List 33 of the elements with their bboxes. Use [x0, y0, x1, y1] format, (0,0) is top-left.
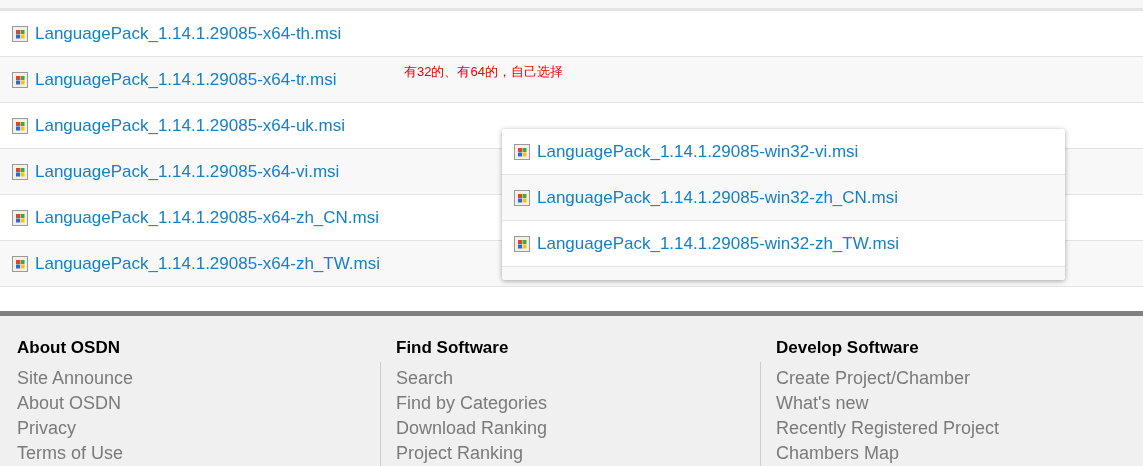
file-link[interactable]: LanguagePack_1.14.1.29085-x64-zh_TW.msi — [35, 253, 380, 274]
installer-icon — [514, 235, 530, 252]
footer-link[interactable]: About OSDN — [17, 391, 122, 416]
file-link[interactable]: LanguagePack_1.14.1.29085-win32-vi.msi — [537, 141, 859, 162]
footer-link[interactable]: Download Ranking — [396, 416, 548, 441]
file-link[interactable]: LanguagePack_1.14.1.29085-x64-zh_CN.msi — [35, 207, 379, 228]
footer-link[interactable]: Terms of Use — [17, 441, 124, 466]
installer-icon — [12, 163, 28, 180]
installer-icon — [514, 143, 530, 160]
footer-link[interactable]: Privacy — [17, 416, 76, 441]
footer-link[interactable]: Create Project/Chamber — [776, 366, 971, 391]
installer-icon — [12, 117, 28, 134]
footer-link[interactable]: Project Ranking — [396, 441, 524, 466]
footer-heading: Develop Software — [776, 338, 919, 358]
file-link[interactable]: LanguagePack_1.14.1.29085-x64-uk.msi — [35, 115, 345, 136]
annotation-text: 有32的、有64的，自己选择 — [404, 63, 563, 81]
footer-link[interactable]: What's new — [776, 391, 869, 416]
footer-link[interactable]: Recently Registered Project — [776, 416, 1000, 441]
file-link[interactable]: LanguagePack_1.14.1.29085-x64-vi.msi — [35, 161, 340, 182]
footer-link[interactable]: Chambers Map — [776, 441, 900, 466]
footer-heading: About OSDN — [17, 338, 120, 358]
footer-link[interactable]: Search — [396, 366, 454, 391]
footer-heading: Find Software — [396, 338, 509, 358]
file-link[interactable]: LanguagePack_1.14.1.29085-win32-zh_TW.msi — [537, 233, 899, 254]
installer-icon — [12, 209, 28, 226]
installer-icon — [12, 255, 28, 272]
installer-icon — [12, 25, 28, 42]
file-link[interactable]: LanguagePack_1.14.1.29085-x64-th.msi — [35, 23, 342, 44]
file-link[interactable]: LanguagePack_1.14.1.29085-x64-tr.msi — [35, 69, 337, 90]
footer-link[interactable]: Find by Categories — [396, 391, 548, 416]
footer-link[interactable]: Site Announce — [17, 366, 134, 391]
installer-icon — [12, 71, 28, 88]
installer-icon — [514, 189, 530, 206]
